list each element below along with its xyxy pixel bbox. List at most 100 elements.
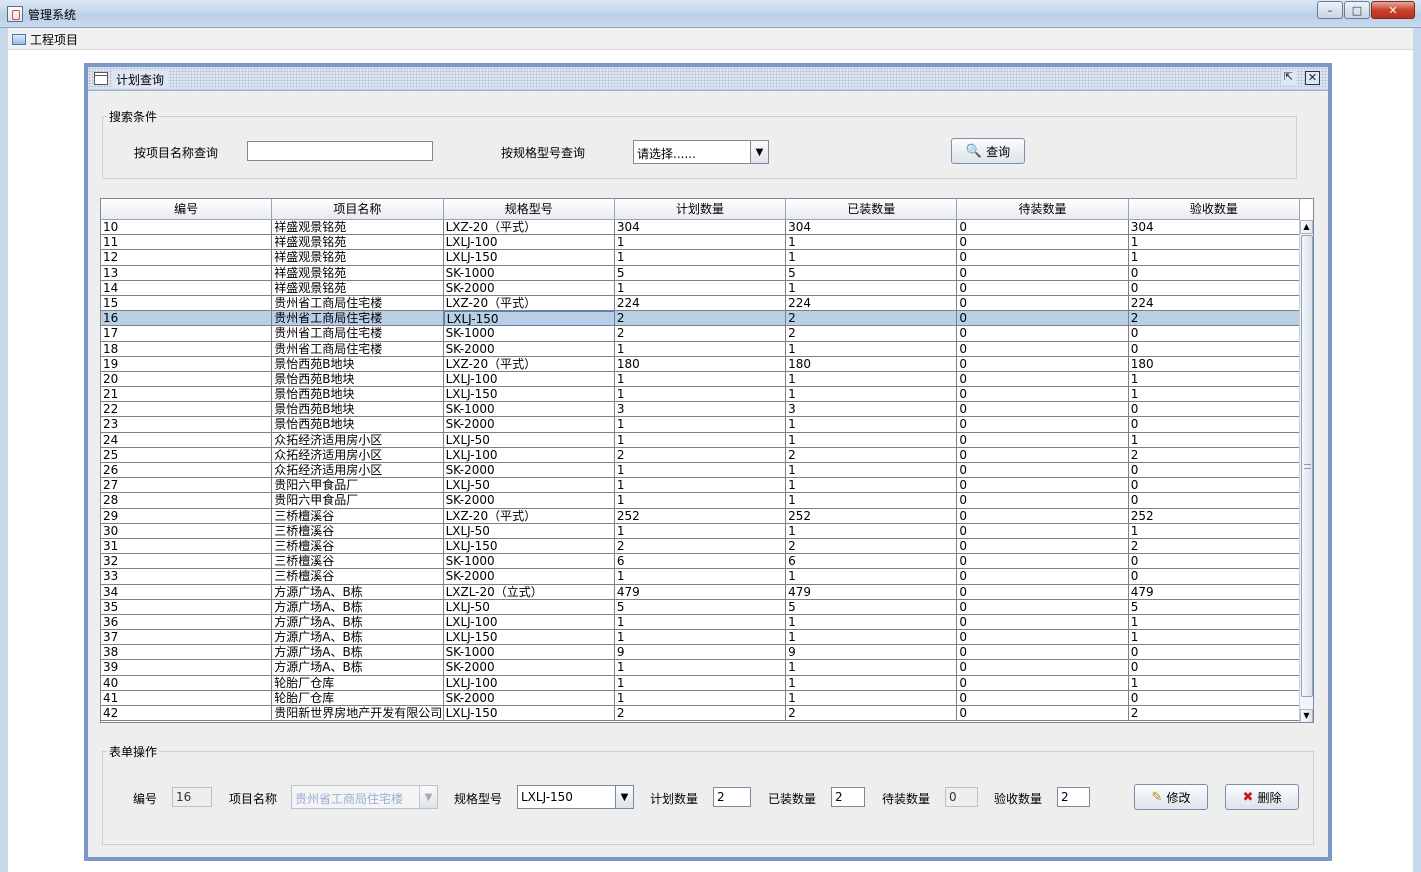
table-cell[interactable]: 252 (1128, 508, 1300, 524)
table-cell[interactable]: 方源广场A、B栋 (272, 630, 444, 646)
table-cell[interactable]: 36 (101, 614, 273, 631)
table-row[interactable]: 14 祥盛观景铭苑 SK-2000 1 1 0 0 (101, 280, 1300, 296)
table-cell[interactable]: 1 (614, 463, 787, 479)
table-cell[interactable]: 479 (614, 584, 787, 600)
table-cell[interactable]: 3 (786, 402, 958, 418)
table-cell[interactable]: 1 (614, 371, 787, 388)
table-cell[interactable]: 祥盛观景铭苑 (272, 250, 444, 266)
column-header[interactable]: 已装数量 (786, 199, 958, 220)
table-row[interactable]: 26 众拓经济适用房小区 SK-2000 1 1 0 0 (101, 463, 1300, 479)
column-header[interactable]: 项目名称 (272, 199, 444, 220)
frame-close-icon[interactable]: ✕ (1305, 71, 1320, 85)
table-cell[interactable]: 1 (786, 478, 958, 494)
table-row[interactable]: 15 贵州省工商局住宅楼 LXZ-20（平式） 224 224 0 224 (101, 295, 1300, 312)
table-cell[interactable]: LXLJ-100 (443, 614, 615, 631)
table-cell[interactable]: 224 (614, 295, 787, 312)
table-cell[interactable]: LXZ-20（平式） (443, 220, 615, 236)
table-cell[interactable]: LXLJ-50 (443, 523, 615, 539)
table-cell[interactable]: 1 (786, 614, 958, 631)
edit-button[interactable]: ✎ 修改 (1134, 784, 1208, 810)
table-cell[interactable]: 轮胎厂仓库 (272, 690, 444, 706)
table-cell[interactable]: 1 (1128, 614, 1300, 631)
table-cell[interactable]: LXZ-20（平式） (443, 295, 615, 312)
table-cell[interactable]: 1 (614, 630, 787, 646)
table-cell[interactable]: 6 (786, 554, 958, 570)
table-cell[interactable]: 12 (101, 250, 273, 266)
table-cell[interactable]: 1 (1128, 250, 1300, 266)
table-cell[interactable]: 2 (614, 447, 787, 463)
table-cell[interactable]: 0 (957, 341, 1129, 357)
table-row[interactable]: 24 众拓经济适用房小区 LXLJ-50 1 1 0 1 (101, 432, 1300, 448)
table-cell[interactable]: 0 (957, 675, 1129, 691)
column-header[interactable]: 计划数量 (615, 199, 787, 220)
table-cell[interactable]: SK-2000 (443, 280, 615, 296)
table-cell[interactable]: 贵州省工商局住宅楼 (272, 311, 444, 327)
table-cell[interactable]: 1 (614, 493, 787, 509)
table-cell[interactable]: 9 (614, 645, 787, 661)
table-cell[interactable]: LXLJ-150 (443, 630, 615, 646)
table-cell[interactable]: 祥盛观景铭苑 (272, 265, 444, 281)
table-row[interactable]: 33 三桥檀溪谷 SK-2000 1 1 0 0 (101, 569, 1300, 585)
table-cell[interactable]: 29 (101, 508, 273, 524)
table-cell[interactable]: LXLJ-50 (443, 432, 615, 448)
project-name-search-input[interactable] (247, 141, 433, 161)
table-cell[interactable]: 2 (786, 311, 958, 327)
table-cell[interactable]: 224 (786, 295, 958, 312)
table-cell[interactable]: 轮胎厂仓库 (272, 675, 444, 691)
table-cell[interactable]: SK-2000 (443, 493, 615, 509)
table-cell[interactable]: 1 (786, 690, 958, 706)
table-cell[interactable]: SK-1000 (443, 402, 615, 418)
table-cell[interactable]: 0 (957, 508, 1129, 524)
table-cell[interactable]: 1 (614, 417, 787, 433)
table-cell[interactable]: 1 (614, 235, 787, 251)
table-cell[interactable]: 众拓经济适用房小区 (272, 447, 444, 463)
table-cell[interactable]: 35 (101, 599, 273, 615)
chevron-down-icon[interactable]: ▼ (750, 141, 768, 163)
table-cell[interactable]: 252 (614, 508, 787, 524)
table-cell[interactable]: 0 (957, 265, 1129, 281)
table-row[interactable]: 10 祥盛观景铭苑 LXZ-20（平式） 304 304 0 304 (101, 220, 1300, 236)
table-cell[interactable]: 贵阳六甲食品厂 (272, 493, 444, 509)
table-row[interactable]: 23 景怡西苑B地块 SK-2000 1 1 0 0 (101, 417, 1300, 433)
table-cell[interactable]: 37 (101, 630, 273, 646)
form-accept-field[interactable] (1057, 787, 1090, 807)
table-cell[interactable]: 0 (1128, 265, 1300, 281)
table-cell[interactable]: 方源广场A、B栋 (272, 614, 444, 631)
table-cell[interactable]: 1 (614, 569, 787, 585)
table-row[interactable]: 32 三桥檀溪谷 SK-1000 6 6 0 0 (101, 554, 1300, 570)
table-cell[interactable]: 23 (101, 417, 273, 433)
restore-icon[interactable]: ⇱ (1281, 71, 1296, 85)
table-row[interactable]: 34 方源广场A、B栋 LXZL-20（立式） 479 479 0 479 (101, 584, 1300, 600)
table-cell[interactable]: 17 (101, 326, 273, 342)
table-row[interactable]: 21 景怡西苑B地块 LXLJ-150 1 1 0 1 (101, 387, 1300, 403)
table-cell[interactable]: 0 (957, 447, 1129, 463)
table-cell[interactable]: LXLJ-50 (443, 599, 615, 615)
table-cell[interactable]: 15 (101, 295, 273, 312)
table-cell[interactable]: 5 (614, 265, 787, 281)
table-cell[interactable]: 5 (614, 599, 787, 615)
table-cell[interactable]: 三桥檀溪谷 (272, 554, 444, 570)
table-cell[interactable]: 2 (786, 326, 958, 342)
table-cell[interactable]: 1 (786, 432, 958, 448)
table-cell[interactable]: 20 (101, 371, 273, 388)
table-cell[interactable]: LXZ-20（平式） (443, 356, 615, 372)
table-cell[interactable]: 1 (786, 417, 958, 433)
table-cell[interactable]: 25 (101, 447, 273, 463)
table-cell[interactable]: 0 (957, 614, 1129, 631)
table-cell[interactable]: 1 (614, 280, 787, 296)
table-cell[interactable]: 1 (1128, 675, 1300, 691)
table-cell[interactable]: 1 (786, 371, 958, 388)
table-cell[interactable]: 1 (1128, 432, 1300, 448)
table-cell[interactable]: 30 (101, 523, 273, 539)
table-cell[interactable]: 0 (957, 523, 1129, 539)
table-cell[interactable]: 景怡西苑B地块 (272, 417, 444, 433)
table-cell[interactable]: 14 (101, 280, 273, 296)
table-cell[interactable]: 0 (1128, 463, 1300, 479)
table-cell[interactable]: 0 (957, 250, 1129, 266)
table-cell[interactable]: 2 (786, 447, 958, 463)
table-row[interactable]: 31 三桥檀溪谷 LXLJ-150 2 2 0 2 (101, 538, 1300, 555)
table-row[interactable]: 17 贵州省工商局住宅楼 SK-1000 2 2 0 0 (101, 326, 1300, 342)
table-cell[interactable]: 0 (957, 326, 1129, 342)
table-cell[interactable]: 祥盛观景铭苑 (272, 220, 444, 236)
table-cell[interactable]: 180 (786, 356, 958, 372)
